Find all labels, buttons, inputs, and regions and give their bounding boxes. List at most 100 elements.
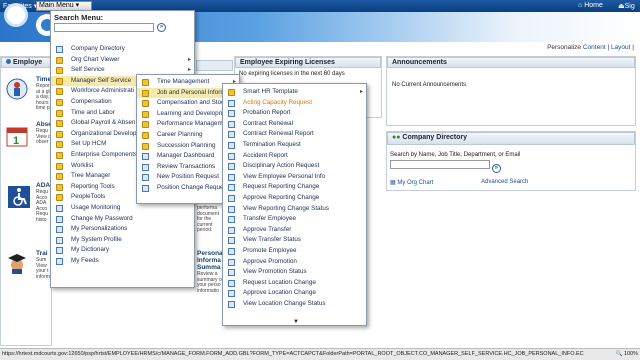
manager-menu-item-label: New Position Request [157, 173, 219, 181]
page-icon [56, 258, 63, 265]
zoom-indicator[interactable]: 🔍 100% [612, 349, 638, 360]
employee-pagelet-title: Employe [12, 59, 43, 66]
job-menu-item[interactable]: Transfer Employee [223, 214, 366, 224]
job-menu-item-label: Request Location Change [243, 278, 316, 286]
page-icon [228, 173, 235, 181]
job-menu-item-label: Probation Report [243, 109, 291, 117]
page-icon [228, 142, 235, 149]
page-icon [228, 290, 235, 298]
job-menu-item[interactable]: Acting Capacity Request [223, 98, 366, 108]
advanced-search-link[interactable]: Advanced Search [481, 179, 528, 185]
main-menu-item[interactable]: Usage Monitoring [51, 203, 194, 213]
personalize-separator: | [607, 44, 610, 51]
folder-icon [142, 142, 149, 150]
status-url: https://hrtest.mdcourts.gov:12650/psp/hr… [2, 351, 584, 357]
accessibility-icon[interactable] [8, 186, 30, 208]
main-menu-item-label: Tree Manager [71, 172, 111, 180]
org-chart-link[interactable]: My Org Chart [397, 180, 433, 186]
job-menu-item[interactable]: Approve Location Change [223, 288, 366, 298]
company-directory-header: ●● Company Directory [387, 132, 635, 145]
personalize-layout-link[interactable]: Layout [611, 44, 631, 51]
job-menu-item[interactable]: Smart HR Template ▸ [223, 87, 366, 97]
zoom-icon: 🔍 [615, 351, 623, 357]
job-menu-item-label: Contract Renewal Report [243, 130, 314, 138]
menu-search-input[interactable] [54, 23, 154, 32]
pagelet-header-stub [196, 60, 233, 71]
browser-status-bar: https://hrtest.mdcourts.gov:12650/psp/hr… [0, 348, 640, 360]
job-menu-item-label: Approve Promotion [243, 257, 297, 265]
absence-calendar-icon[interactable]: 1 [6, 125, 28, 147]
job-menu-item[interactable]: Request Location Change [223, 278, 366, 288]
main-menu-item-label: Compensation [71, 98, 112, 105]
job-menu-item-label: Request Reporting Change [243, 183, 320, 191]
job-menu-item[interactable]: Approve Reporting Change [223, 193, 366, 203]
job-menu-item[interactable]: Accident Report [223, 151, 366, 161]
page-icon [228, 205, 235, 213]
announcements-title: Announcements [392, 59, 447, 66]
tile-training-title[interactable]: Trai [36, 250, 48, 257]
job-menu-item[interactable]: Promote Employee [223, 246, 366, 256]
personalize-content-link[interactable]: Content [583, 44, 606, 51]
job-menu-item-label: View Transfer Status [243, 236, 301, 244]
job-menu-item[interactable]: View Transfer Status [223, 235, 366, 245]
job-menu-item[interactable]: View Promotion Status [223, 267, 366, 277]
personal-info-summary-title[interactable]: Persona Informa Summa [197, 250, 223, 271]
page-icon [142, 185, 149, 192]
page-icon [228, 184, 235, 192]
job-menu-item[interactable]: Approve Transfer [223, 225, 366, 235]
signout-icon: ⏏ [618, 3, 625, 10]
manager-menu-item-label: Position Change Reque [157, 184, 224, 191]
job-menu-item[interactable]: View Location Change Status [223, 299, 366, 309]
training-graduate-icon[interactable] [6, 252, 28, 274]
main-menu-item[interactable]: My Personalizations [51, 224, 194, 234]
time-reporting-icon[interactable] [6, 78, 28, 100]
directory-search-go-button[interactable]: » [491, 164, 501, 173]
main-menu-item-label: Company Directory [71, 45, 125, 52]
main-menu-item-label: Worklist [71, 161, 94, 169]
scroll-down-arrow-icon[interactable]: ▼ [291, 319, 301, 325]
directory-search-input[interactable] [390, 160, 490, 169]
job-menu-item-label: Termination Request [243, 141, 301, 148]
job-menu-item[interactable]: View Reporting Change Status [223, 204, 366, 214]
directory-search-label: Search by Name, Job Title, Department, o… [390, 152, 521, 158]
folder-icon [56, 109, 63, 117]
job-menu-item[interactable]: Termination Request [223, 140, 366, 150]
main-menu-item[interactable]: My Feeds [51, 256, 194, 266]
page-icon [228, 152, 235, 160]
page-icon [228, 163, 235, 171]
main-menu-item[interactable]: My Dictionary [51, 245, 194, 255]
tile-time-title[interactable]: Time [36, 76, 51, 83]
main-menu-item-label: Enterprise Components [71, 151, 138, 158]
submenu-arrow-icon: ▸ [359, 89, 363, 95]
main-menu-item[interactable]: Change My Password [51, 214, 194, 224]
tile-time-desc: Repor at a gl a day, hours time p [36, 83, 50, 111]
pagelet-icon [6, 59, 11, 64]
job-menu-item[interactable]: Probation Report [223, 108, 366, 118]
directory-people-icon: ●● [392, 134, 401, 141]
main-menu-item[interactable]: Org Chart Viewer ▸ [51, 55, 194, 65]
menu-search-go-button[interactable]: » [157, 23, 166, 32]
main-menu-item[interactable]: Company Directory [51, 44, 194, 54]
tile-ada-desc: Requ Acco ADA Acco Requ histo [36, 189, 48, 223]
job-menu-item-label: View Employee Personal Info [243, 172, 326, 180]
main-menu-item[interactable]: My System Profile [51, 235, 194, 245]
main-menu-item-label: My Feeds [71, 257, 99, 264]
main-menu-item-label: Organizational Develop [71, 129, 137, 137]
main-menu-label: Main Menu [39, 2, 74, 9]
page-icon [142, 153, 149, 161]
page-icon [228, 131, 235, 139]
announcements-pagelet: Announcements No Current Announcements. [386, 56, 636, 126]
home-link[interactable]: ⌂ Home [578, 2, 603, 9]
page-icon [228, 120, 235, 128]
job-menu-item[interactable]: Contract Renewal [223, 119, 366, 129]
sign-out-link[interactable]: ⏏Sig [618, 2, 635, 10]
job-menu-item[interactable]: Request Reporting Change [223, 182, 366, 192]
job-menu-item[interactable]: Contract Renewal Report [223, 129, 366, 139]
page-icon [142, 174, 149, 182]
job-menu-item[interactable]: View Employee Personal Info [223, 172, 366, 182]
page-icon [56, 205, 63, 212]
job-menu-item[interactable]: Approve Promotion [223, 257, 366, 267]
tile-ada-title[interactable]: ADA [36, 182, 50, 189]
job-menu-item[interactable]: Disciplinary Action Request [223, 161, 366, 171]
main-menu-item-label: Reporting Tools [71, 182, 115, 190]
